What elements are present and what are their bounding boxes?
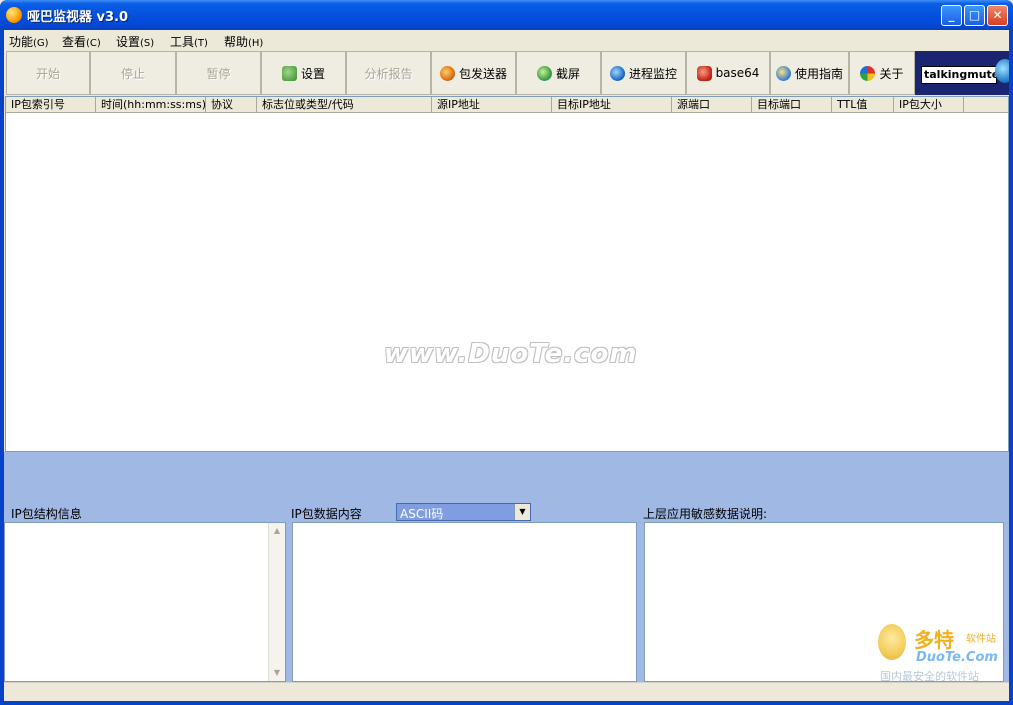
about-label: 关于 [879, 66, 904, 81]
encoding-select[interactable]: ASCII码 ▼ [396, 503, 531, 521]
guide-label: 使用指南 [794, 66, 843, 81]
guide-globe-icon [775, 65, 791, 81]
struct-info-scrollbar[interactable]: ▲ ▼ [268, 523, 285, 681]
column-time[interactable]: 时间(hh:mm:ss:ms) [96, 97, 206, 113]
scroll-up-icon[interactable]: ▲ [269, 523, 285, 539]
column-index[interactable]: IP包索引号 [6, 97, 96, 113]
column-flags[interactable]: 标志位或类型/代码 [257, 97, 432, 113]
encoding-value: ASCII码 [400, 507, 444, 521]
column-source-port[interactable]: 源端口 [672, 97, 752, 113]
start-button[interactable]: 开始 [6, 51, 90, 95]
menu-settings-accel: (S) [140, 38, 155, 49]
user-guide-button[interactable]: 使用指南 [770, 51, 849, 95]
menu-view-accel: (C) [86, 38, 101, 49]
stop-button[interactable]: 停止 [90, 51, 176, 95]
toolbar: 开始 停止 暂停 设置 分析报告 包发送器 截屏 进程监控 base64 使用指… [4, 51, 1009, 95]
packet-sender-button[interactable]: 包发送器 [431, 51, 516, 95]
logo-name: 多特 [914, 628, 954, 652]
pause-label: 暂停 [206, 66, 231, 81]
site-logo: 多特 软件站 DuoTe.Com 国内最安全的软件站 [874, 620, 1009, 690]
chat-bubble-icon [536, 65, 552, 81]
detail-area: IP包结构信息 IP包数据内容 ASCII码 ▼ 上层应用敏感数据说明: ▲ ▼ [4, 452, 1009, 682]
sender-label: 包发送器 [458, 66, 507, 81]
close-button[interactable]: ✕ [987, 5, 1008, 26]
menu-tools-label: 工具 [170, 35, 195, 49]
data-content-label: IP包数据内容 [291, 507, 362, 521]
about-button[interactable]: 关于 [849, 51, 915, 95]
report-label: 分析报告 [364, 66, 413, 81]
brand-banner: talkingmute [915, 51, 1009, 95]
struct-info-label: IP包结构信息 [11, 507, 82, 521]
window-title: 哑巴监视器 v3.0 [27, 10, 129, 25]
menu-settings[interactable]: 设置(S) [116, 33, 154, 50]
start-label: 开始 [35, 66, 60, 81]
menu-function-label: 功能 [9, 35, 34, 49]
menu-bar: 功能(G) 查看(C) 设置(S) 工具(T) 帮助(H) [4, 30, 1009, 50]
about-icon [860, 65, 876, 81]
chevron-down-icon[interactable]: ▼ [514, 504, 530, 520]
base64-icon [696, 65, 712, 81]
app-icon [6, 7, 22, 23]
mascot-icon [878, 624, 906, 660]
column-size[interactable]: IP包大小 [894, 97, 964, 113]
title-bar[interactable]: 哑巴监视器 v3.0 _ □ ✕ [0, 0, 1013, 30]
column-dest-port[interactable]: 目标端口 [752, 97, 832, 113]
app-window: 哑巴监视器 v3.0 _ □ ✕ 功能(G) 查看(C) 设置(S) 工具(T)… [0, 0, 1013, 705]
settings-icon [281, 65, 297, 81]
logo-domain: DuoTe.Com [916, 650, 998, 665]
menu-help-label: 帮助 [224, 35, 249, 49]
stop-label: 停止 [120, 66, 145, 81]
menu-function-accel: (G) [33, 38, 49, 49]
client-area: 功能(G) 查看(C) 设置(S) 工具(T) 帮助(H) 开始 停止 暂停 设… [4, 30, 1009, 701]
menu-view[interactable]: 查看(C) [62, 33, 101, 50]
packet-list-header: IP包索引号 时间(hh:mm:ss:ms) 协议 标志位或类型/代码 源IP地… [6, 97, 1008, 113]
process-monitor-button[interactable]: 进程监控 [601, 51, 686, 95]
menu-help-accel: (H) [248, 38, 264, 49]
logo-slogan: 国内最安全的软件站 [880, 670, 979, 683]
column-dest-ip[interactable]: 目标IP地址 [552, 97, 672, 113]
screenshot-label: 截屏 [555, 66, 580, 81]
sensitive-data-label: 上层应用敏感数据说明: [643, 507, 768, 521]
scroll-down-icon[interactable]: ▼ [269, 665, 285, 681]
menu-function[interactable]: 功能(G) [9, 33, 49, 50]
logo-site: 软件站 [966, 634, 996, 645]
process-globe-icon [609, 65, 625, 81]
struct-info-panel[interactable]: ▲ ▼ [4, 522, 286, 682]
column-ttl[interactable]: TTL值 [832, 97, 894, 113]
maximize-button[interactable]: □ [964, 5, 985, 26]
menu-tools[interactable]: 工具(T) [170, 33, 208, 50]
column-source-ip[interactable]: 源IP地址 [432, 97, 552, 113]
screenshot-button[interactable]: 截屏 [516, 51, 601, 95]
settings-button[interactable]: 设置 [261, 51, 346, 95]
base64-button[interactable]: base64 [686, 51, 770, 95]
firefox-icon [439, 65, 455, 81]
pause-button[interactable]: 暂停 [176, 51, 261, 95]
analysis-report-button[interactable]: 分析报告 [346, 51, 431, 95]
menu-view-label: 查看 [62, 35, 87, 49]
settings-label: 设置 [300, 66, 325, 81]
data-content-panel[interactable] [292, 522, 637, 682]
packet-list[interactable]: IP包索引号 时间(hh:mm:ss:ms) 协议 标志位或类型/代码 源IP地… [5, 96, 1009, 452]
watermark: www.DuoTe.com [384, 339, 638, 369]
brand-text: talkingmute [921, 66, 999, 84]
status-bar [4, 682, 1009, 701]
column-protocol[interactable]: 协议 [206, 97, 257, 113]
menu-help[interactable]: 帮助(H) [224, 33, 263, 50]
process-label: 进程监控 [628, 66, 677, 81]
globe-icon [995, 59, 1009, 83]
menu-tools-accel: (T) [194, 38, 208, 49]
minimize-button[interactable]: _ [941, 5, 962, 26]
menu-settings-label: 设置 [116, 35, 141, 49]
base64-label: base64 [715, 66, 760, 80]
